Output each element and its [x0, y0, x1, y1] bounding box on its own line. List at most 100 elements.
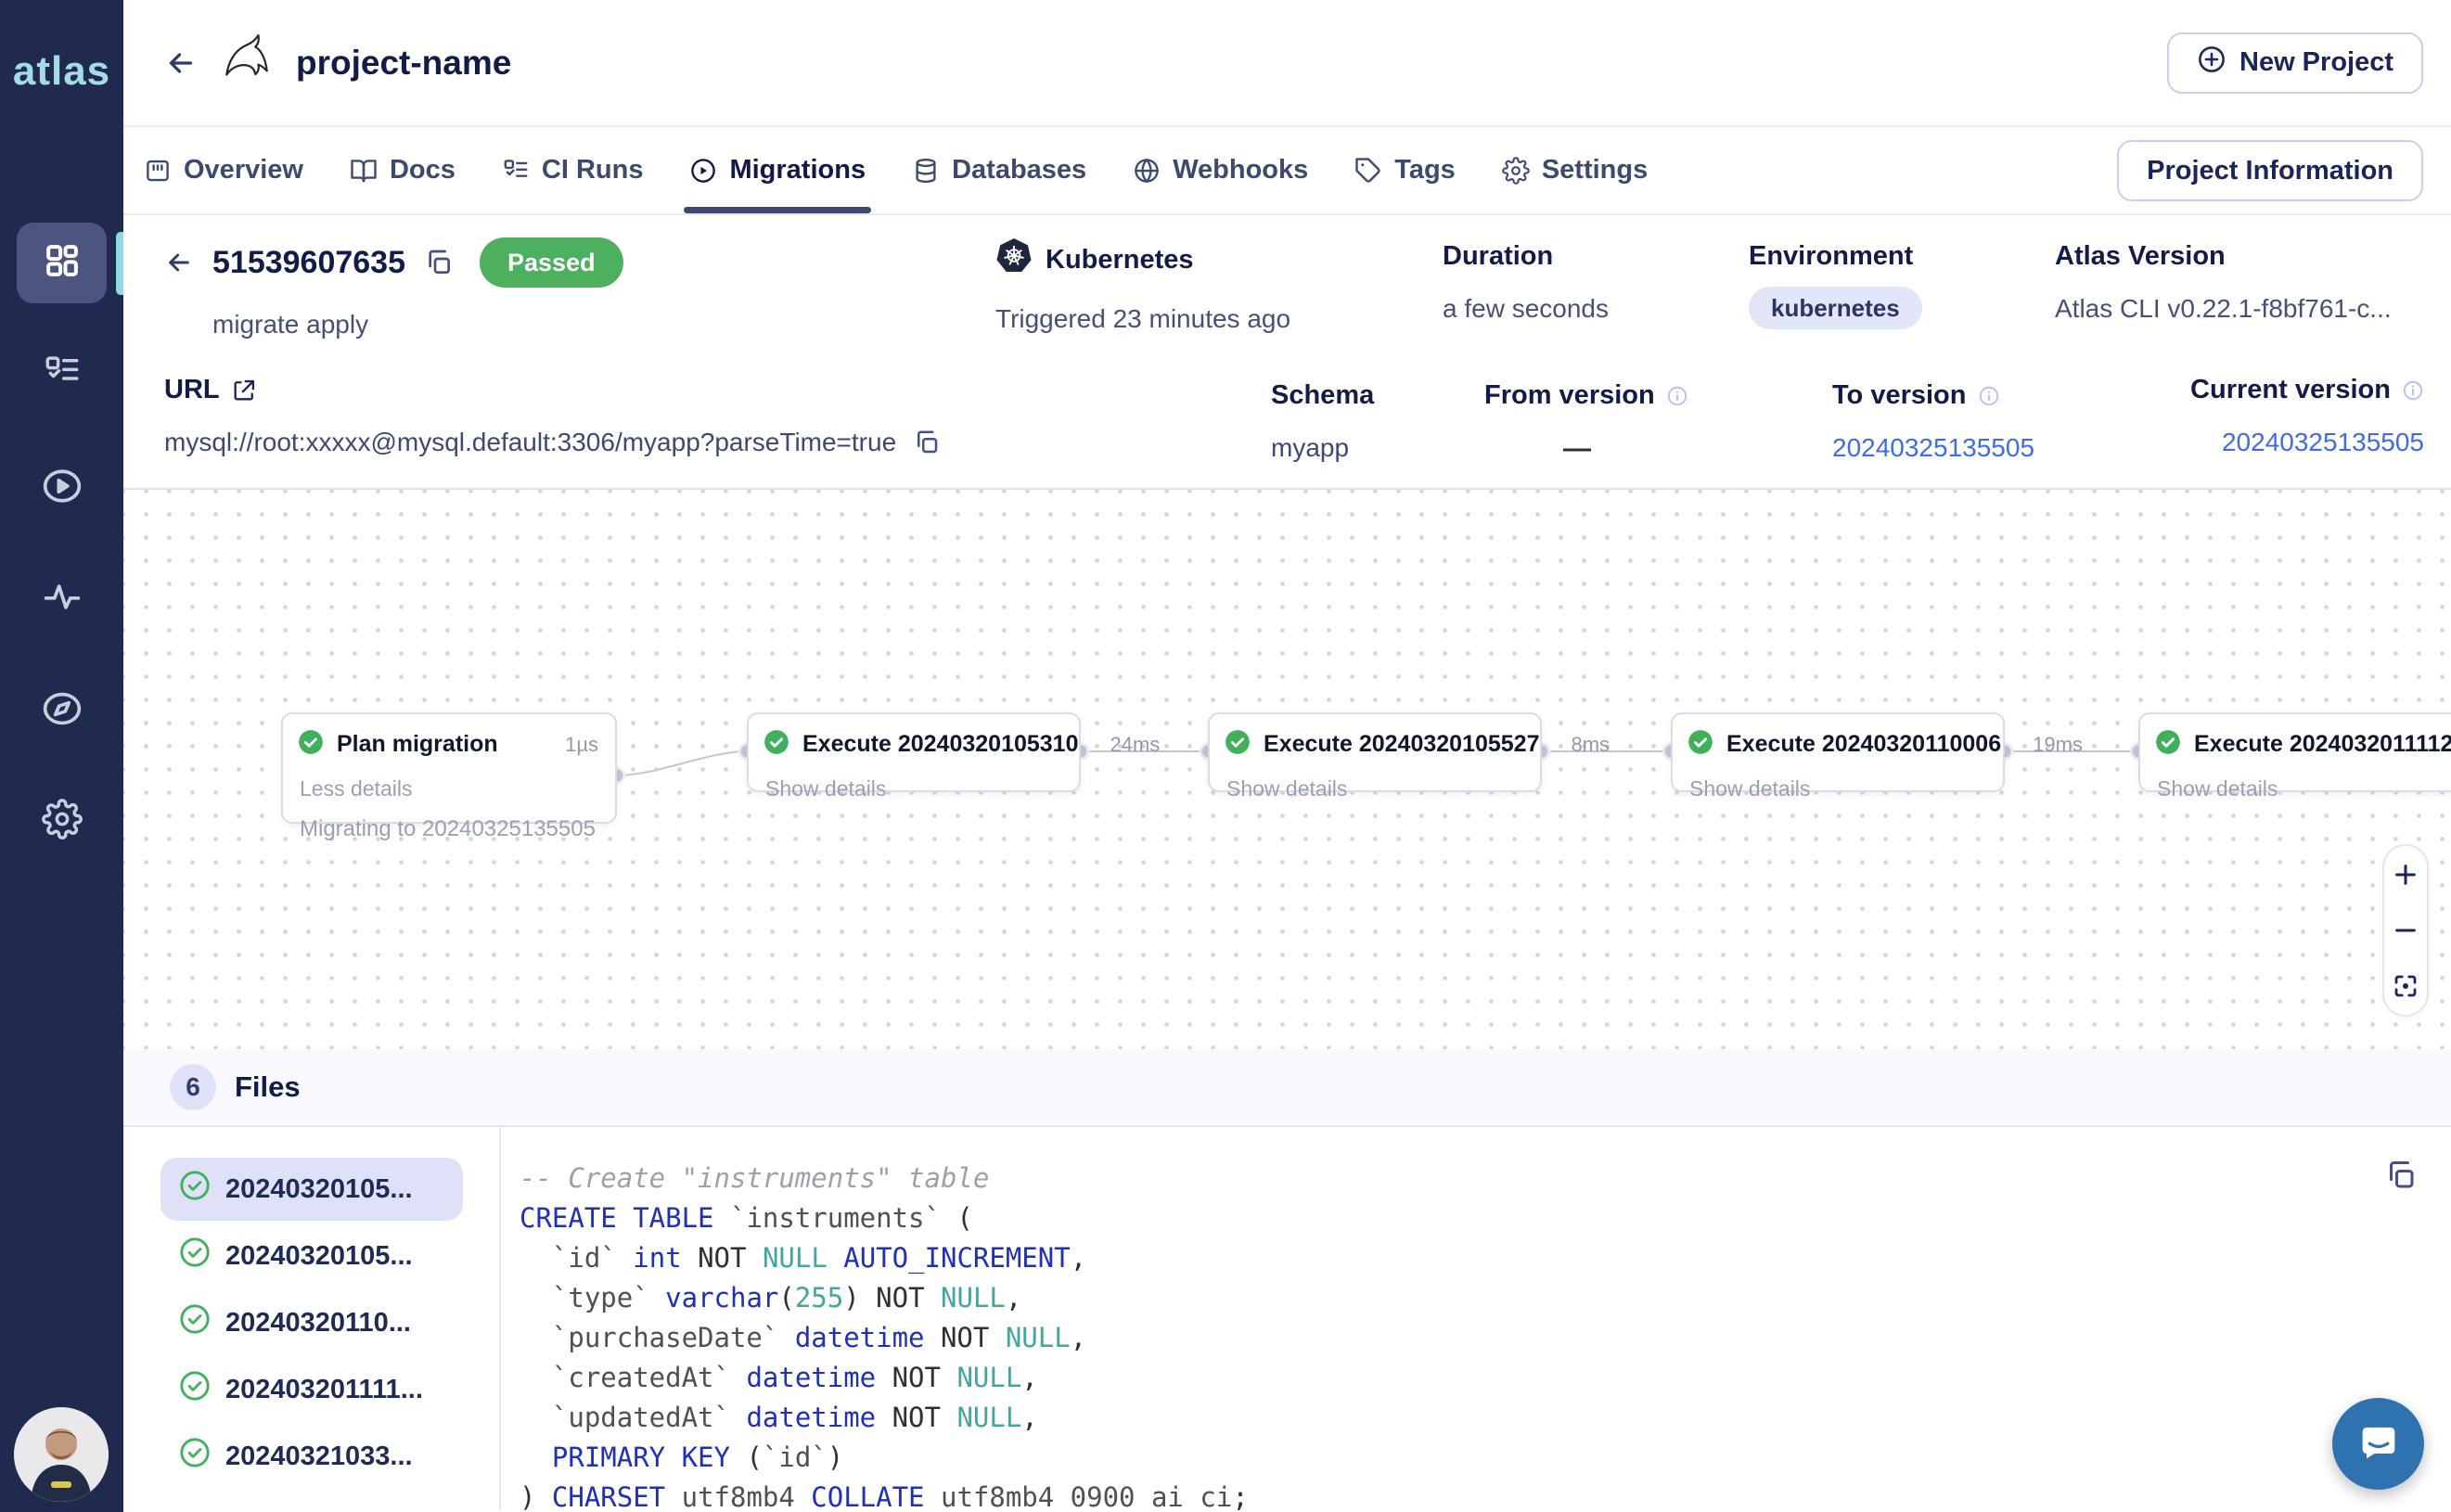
file-list-item[interactable]: 20240320105...	[160, 1224, 463, 1288]
tab-tags[interactable]: Tags	[1354, 127, 1456, 213]
schema-value: myapp	[1271, 433, 1374, 463]
check-circle-outline-icon	[179, 1303, 211, 1342]
to-version-info-icon[interactable]	[1978, 385, 2000, 407]
sidebar-item-dashboard[interactable]	[17, 223, 107, 303]
sidebar-item-discover[interactable]	[0, 688, 123, 734]
check-circle-outline-icon	[179, 1237, 211, 1275]
graph-node-execute-4: Execute 20240320111126 8ms Show details	[2138, 712, 2451, 792]
files-panel: 20240320105... 20240320105...	[123, 1127, 2451, 1510]
fit-view-button[interactable]	[2392, 972, 2419, 1000]
file-list: 20240320105... 20240320105...	[123, 1127, 501, 1510]
dashboard-grid-icon	[43, 241, 82, 285]
url-label: URL	[164, 375, 220, 405]
tab-ci-runs[interactable]: CI Runs	[502, 127, 644, 213]
current-version-label: Current version	[2190, 375, 2391, 405]
checklist-icon	[43, 352, 82, 396]
sidebar-item-migrations[interactable]	[0, 466, 123, 511]
files-section-header: 6 Files	[123, 1049, 2451, 1127]
graph-node-execute-1: Execute 20240320105310 24ms Show details	[747, 712, 1081, 792]
compass-icon	[42, 688, 83, 734]
external-link-icon[interactable]	[231, 378, 257, 404]
from-version-info-icon[interactable]	[1666, 385, 1688, 407]
kubernetes-icon	[995, 237, 1033, 282]
chat-bubble-icon	[2355, 1417, 2403, 1470]
migration-graph: Plan migration 1µs Less details Migratin…	[123, 490, 2451, 1049]
check-circle-icon	[764, 729, 789, 760]
sidebar-item-ci-runs[interactable]	[0, 352, 123, 396]
tab-databases[interactable]: Databases	[912, 127, 1086, 213]
db-url: mysql://root:xxxxx@mysql.default:3306/my…	[164, 428, 896, 457]
tab-overview[interactable]: Overview	[144, 127, 303, 213]
trigger-name: Kubernetes	[1046, 245, 1194, 275]
project-tabbar: Overview Docs CI Runs Migrations	[123, 127, 2451, 215]
file-list-item[interactable]: 202403201111...	[160, 1358, 463, 1421]
graph-node-execute-2: Execute 20240320105527 8ms Show details	[1208, 712, 1542, 792]
current-version-link[interactable]: 20240325135505	[2155, 428, 2424, 457]
sidebar-active-indicator	[116, 232, 123, 295]
tab-docs[interactable]: Docs	[350, 127, 456, 213]
environment-label: Environment	[1749, 241, 1922, 272]
sidebar-item-activity[interactable]	[0, 576, 123, 621]
page-title: project-name	[296, 44, 511, 83]
sidebar-item-settings[interactable]	[0, 799, 123, 844]
check-circle-outline-icon	[179, 1370, 211, 1409]
user-avatar[interactable]	[14, 1407, 109, 1502]
atlas-cloud-app: atlas	[0, 0, 2451, 1512]
status-badge: Passed	[480, 237, 623, 288]
graph-node-plan: Plan migration 1µs Less details Migratin…	[281, 712, 617, 824]
zoom-in-button[interactable]	[2392, 861, 2419, 889]
check-circle-icon	[1687, 729, 1713, 760]
project-information-button[interactable]: Project Information	[2117, 140, 2423, 201]
show-details-link[interactable]: Show details	[1210, 760, 1540, 801]
sidebar: atlas	[0, 0, 123, 1512]
tab-migrations[interactable]: Migrations	[689, 127, 866, 213]
atlas-version-value: Atlas CLI v0.22.1-f8bf761-c...	[2055, 294, 2392, 324]
to-version-label: To version	[1832, 380, 1967, 411]
check-circle-icon	[298, 729, 324, 760]
run-meta-section: 51539607635 Passed migrate apply	[123, 215, 2451, 490]
project-header: project-name New Project	[123, 0, 2451, 127]
copy-run-id-icon[interactable]	[424, 248, 454, 277]
atlas-logo[interactable]: atlas	[0, 48, 123, 95]
back-arrow-icon[interactable]	[164, 46, 198, 80]
file-list-item[interactable]: 20240320105...	[160, 1158, 463, 1221]
trigger-time: Triggered 23 minutes ago	[995, 304, 1290, 334]
schema-label: Schema	[1271, 380, 1374, 411]
show-details-link[interactable]: Show details	[749, 760, 1079, 801]
zoom-out-button[interactable]	[2392, 916, 2419, 944]
from-version-label: From version	[1484, 380, 1655, 411]
tab-webhooks[interactable]: Webhooks	[1133, 127, 1308, 213]
file-list-item[interactable]: 20240321033...	[160, 1425, 463, 1488]
file-list-item[interactable]: 20240320110...	[160, 1291, 463, 1354]
main-area: project-name New Project Overview	[123, 0, 2451, 1512]
show-details-link[interactable]: Show details	[2140, 760, 2451, 801]
run-back-arrow-icon[interactable]	[164, 248, 194, 277]
less-details-link[interactable]: Less details	[283, 760, 615, 801]
copy-code-icon[interactable]	[2384, 1159, 2418, 1197]
files-count-badge: 6	[170, 1064, 216, 1110]
from-version-value: —	[1484, 433, 1670, 465]
tab-settings[interactable]: Settings	[1502, 127, 1648, 213]
gear-icon	[42, 799, 83, 844]
check-circle-outline-icon	[179, 1437, 211, 1476]
to-version-link[interactable]: 20240325135505	[1832, 433, 2034, 463]
new-project-button[interactable]: New Project	[2167, 32, 2423, 94]
check-circle-outline-icon	[179, 1170, 211, 1209]
plus-circle-icon	[2197, 45, 2226, 82]
mysql-dolphin-icon	[220, 32, 274, 93]
show-details-link[interactable]: Show details	[1673, 760, 2003, 801]
duration-label: Duration	[1443, 241, 1609, 272]
sql-code-panel: -- Create "instruments" tableCREATE TABL…	[501, 1127, 2451, 1510]
sql-code: -- Create "instruments" tableCREATE TABL…	[520, 1159, 2451, 1510]
atlas-version-label: Atlas Version	[2055, 241, 2392, 272]
run-id: 51539607635	[212, 245, 405, 281]
chat-launcher-button[interactable]	[2332, 1398, 2424, 1490]
graph-zoom-controls	[2382, 844, 2429, 1017]
files-section-title: Files	[235, 1070, 301, 1104]
activity-pulse-icon	[42, 576, 83, 621]
duration-value: a few seconds	[1443, 294, 1609, 324]
current-version-info-icon[interactable]	[2402, 379, 2424, 402]
graph-node-execute-3: Execute 20240320110006 19ms Show details	[1671, 712, 2005, 792]
copy-url-icon[interactable]	[913, 429, 941, 456]
environment-badge: kubernetes	[1749, 287, 1922, 329]
